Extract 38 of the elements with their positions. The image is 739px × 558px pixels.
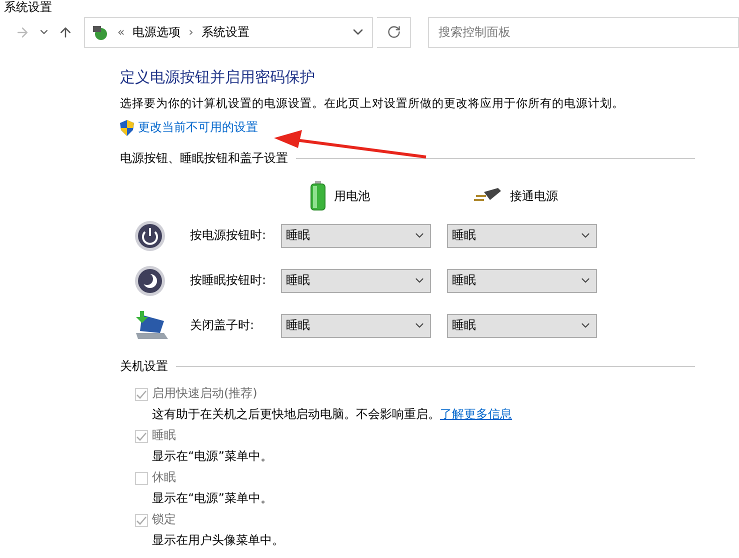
column-header: 接通电源 — [510, 188, 558, 204]
breadcrumb-item[interactable]: 系统设置 — [201, 24, 250, 40]
row-label: 按睡眠按钮时: — [190, 272, 268, 289]
change-settings-link[interactable]: 更改当前不可用的设置 — [138, 119, 258, 136]
power-icon — [134, 220, 166, 252]
laptop-icon — [134, 310, 170, 340]
checkbox-label: 启用快速启动(推荐) — [152, 385, 258, 402]
address-bar[interactable]: « 电源选项 › 系统设置 — [84, 16, 374, 48]
battery-icon — [310, 181, 326, 211]
refresh-icon — [386, 25, 401, 39]
option-description: 显示在“电源”菜单中。 — [152, 448, 274, 465]
dropdown[interactable]: 睡眠 — [281, 224, 431, 248]
breadcrumb-item[interactable]: 电源选项 — [132, 24, 181, 40]
window-title: 系统设置 — [3, 0, 53, 14]
moon-icon — [134, 264, 166, 296]
checkbox-label: 休眠 — [152, 469, 177, 486]
section-title: 关机设置 — [120, 358, 168, 375]
breadcrumb-separator: › — [188, 25, 194, 39]
row-label: 关闭盖子时: — [190, 317, 256, 334]
section-title: 电源按钮、睡眠按钮和盖子设置 — [120, 150, 288, 167]
refresh-button[interactable] — [377, 16, 412, 48]
dropdown[interactable]: 睡眠 — [447, 268, 597, 292]
dropdown[interactable]: 睡眠 — [447, 314, 597, 338]
option-description: 显示在“电源”菜单中。 — [152, 490, 274, 507]
page-heading: 定义电源按钮并启用密码保护 — [120, 68, 316, 88]
shield-icon — [120, 120, 134, 136]
page-description: 选择要为你的计算机设置的电源设置。在此页上对设置所做的更改将应用于你所有的电源计划。 — [120, 96, 625, 111]
dropdown[interactable]: 睡眠 — [281, 314, 431, 338]
checkbox-label: 锁定 — [152, 511, 177, 528]
breadcrumb-overflow[interactable]: « — [117, 25, 125, 39]
option-description: 显示在用户头像菜单中。 — [152, 532, 285, 549]
row-label: 按电源按钮时: — [190, 227, 268, 244]
dropdown[interactable]: 睡眠 — [281, 268, 431, 292]
dropdown[interactable]: 睡眠 — [447, 224, 597, 248]
option-description: 这有助于在关机之后更快地启动电脑。不会影响重启。了解更多信息 — [152, 406, 513, 423]
checkbox-label: 睡眠 — [152, 427, 177, 444]
search-field[interactable]: 搜索控制面板 — [428, 16, 739, 48]
column-header: 用电池 — [334, 188, 370, 204]
